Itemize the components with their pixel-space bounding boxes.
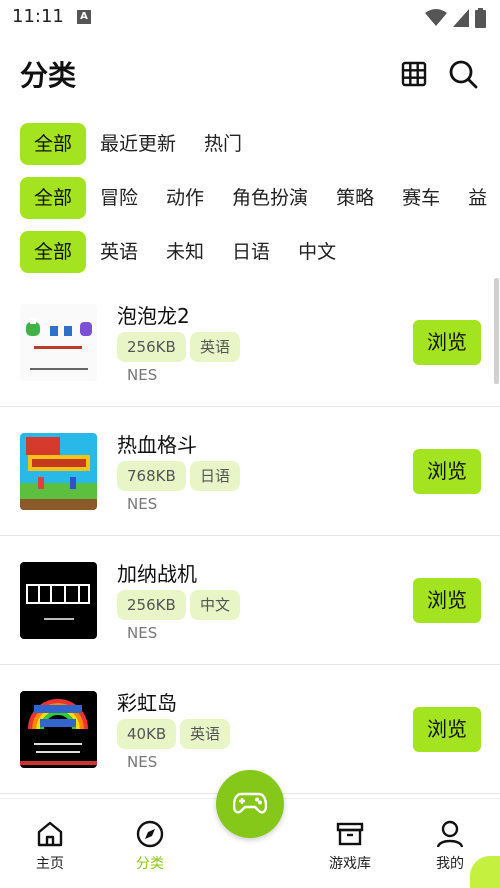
chip-genre-puzzle[interactable]: 益 [454,177,500,219]
grid-view-button[interactable] [398,58,430,90]
chip-lang-chinese[interactable]: 中文 [284,231,350,273]
platform-label: NES [127,624,158,642]
game-thumbnail [20,691,97,768]
game-title: 热血格斗 [117,433,197,457]
battery-icon [475,8,486,28]
chip-genre-all[interactable]: 全部 [20,177,87,219]
list-item[interactable]: 泡泡龙2 256KB 英语 NES 浏览 [0,278,500,407]
wifi-icon [425,9,447,26]
gamepad-fab-button[interactable] [216,770,284,838]
size-tag: 256KB [117,332,186,362]
list-item[interactable]: 热血格斗 768KB 日语 NES 浏览 [0,407,500,536]
chip-genre-strategy[interactable]: 策略 [322,177,388,219]
search-button[interactable] [447,58,479,90]
user-icon [436,820,464,848]
size-tag: 40KB [117,719,177,749]
browse-button[interactable]: 浏览 [413,707,481,752]
chip-lang-japanese[interactable]: 日语 [218,231,284,273]
size-tag: 256KB [117,590,186,620]
game-thumbnail [20,562,97,639]
platform-label: NES [127,753,158,771]
language-tag: 日语 [190,461,241,491]
header: 分类 [0,44,500,104]
nav-label: 分类 [136,856,164,872]
platform-label: NES [127,366,158,384]
language-tag: 中文 [190,590,241,620]
notification-icon: A [77,10,91,24]
game-thumbnail [20,304,97,381]
chip-lang-all[interactable]: 全部 [20,231,87,273]
chip-sort-all[interactable]: 全部 [20,123,87,165]
status-bar: 11:11 A [0,0,500,34]
browse-button[interactable]: 浏览 [413,578,481,623]
page-title: 分类 [20,59,77,92]
nav-library[interactable]: 游戏库 [310,819,390,873]
grid-icon [401,61,427,87]
list-item[interactable]: 加纳战机 256KB 中文 NES 浏览 [0,536,500,665]
nav-category[interactable]: 分类 [110,819,190,873]
language-tag: 英语 [180,719,231,749]
genre-filter-row: 全部 冒险 动作 角色扮演 策略 赛车 益 [20,176,500,220]
game-thumbnail [20,433,97,510]
scrollbar[interactable] [494,278,499,384]
search-icon [449,60,478,89]
sort-filter-row: 全部 最近更新 热门 [20,122,256,166]
nav-label: 游戏库 [329,856,371,872]
status-time: 11:11 [12,6,64,27]
nav-label: 主页 [36,856,64,872]
size-tag: 768KB [117,461,186,491]
signal-icon [453,9,469,27]
chip-lang-english[interactable]: 英语 [86,231,152,273]
home-icon [37,821,63,847]
language-filter-row: 全部 英语 未知 日语 中文 [20,230,350,274]
browse-button[interactable]: 浏览 [413,320,481,365]
chip-sort-recent[interactable]: 最近更新 [86,123,190,165]
chip-genre-rpg[interactable]: 角色扮演 [218,177,322,219]
chip-genre-adventure[interactable]: 冒险 [86,177,152,219]
chip-genre-racing[interactable]: 赛车 [388,177,454,219]
game-title: 泡泡龙2 [117,304,190,328]
game-list: 泡泡龙2 256KB 英语 NES 浏览 热血格斗 768KB 日语 NES 浏… [0,278,500,794]
browse-button[interactable]: 浏览 [413,449,481,494]
chip-lang-unknown[interactable]: 未知 [152,231,218,273]
language-tag: 英语 [190,332,241,362]
gamepad-icon [233,792,267,814]
compass-icon [136,820,164,848]
archive-box-icon [336,822,364,846]
chip-genre-action[interactable]: 动作 [152,177,218,219]
game-title: 彩虹岛 [117,691,177,715]
game-title: 加纳战机 [117,562,197,586]
nav-home[interactable]: 主页 [10,819,90,873]
chip-sort-popular[interactable]: 热门 [190,123,256,165]
platform-label: NES [127,495,158,513]
